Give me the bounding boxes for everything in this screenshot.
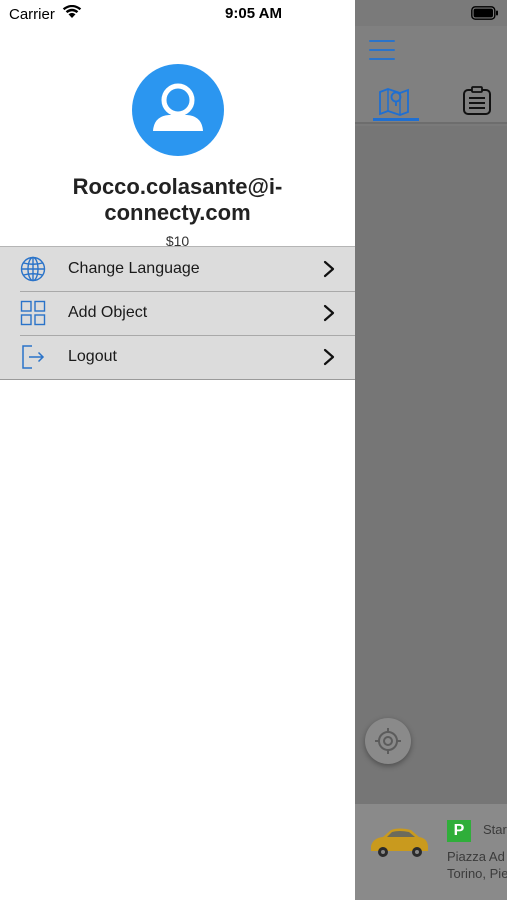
- battery-icon: [471, 6, 498, 20]
- logout-icon: [22, 345, 45, 369]
- address-line-2: Torino, Pie: [447, 866, 507, 881]
- parking-card[interactable]: P Star Piazza Ad Torino, Pie: [355, 804, 507, 900]
- grid-icon: [20, 300, 46, 326]
- menu-item-label: Add Object: [68, 304, 148, 321]
- status-bar: Carrier 9:05 AM: [0, 0, 507, 26]
- menu-item-add-object[interactable]: Add Object: [0, 291, 355, 335]
- chevron-right-icon: [323, 348, 335, 366]
- map-icon[interactable]: [377, 86, 411, 116]
- drawer-menu: Change Language Add Object Logout: [0, 246, 355, 380]
- menu-item-logout[interactable]: Logout: [0, 335, 355, 379]
- side-drawer: Rocco.colasante@i-connecty.com $10 Chang…: [0, 26, 355, 900]
- chevron-right-icon: [323, 260, 335, 278]
- hamburger-menu-icon[interactable]: [369, 40, 395, 62]
- globe-icon: [20, 256, 46, 282]
- menu-item-label: Logout: [68, 348, 117, 365]
- parking-card-address: Piazza Ad Torino, Pie: [447, 848, 507, 882]
- main-top-bar: [355, 26, 507, 76]
- user-avatar-icon[interactable]: [132, 64, 224, 156]
- taxi-car-icon: [371, 828, 428, 857]
- main-screen-dimmed[interactable]: P Star Piazza Ad Torino, Pie: [355, 0, 507, 900]
- map-tab-selected-indicator: [373, 118, 419, 121]
- main-tab-bar: [355, 76, 507, 124]
- status-time: 9:05 AM: [225, 5, 282, 22]
- user-email: Rocco.colasante@i-connecty.com: [72, 174, 283, 225]
- chevron-right-icon: [323, 304, 335, 322]
- address-line-1: Piazza Ad: [447, 849, 505, 864]
- parking-card-title: Star: [483, 822, 507, 837]
- map-area[interactable]: [355, 126, 507, 804]
- parking-badge: P: [447, 820, 471, 842]
- menu-item-label: Change Language: [68, 260, 200, 277]
- crosshair-icon: [375, 728, 401, 754]
- menu-item-change-language[interactable]: Change Language: [0, 247, 355, 291]
- locate-me-button[interactable]: [365, 718, 411, 764]
- list-icon[interactable]: [461, 86, 493, 116]
